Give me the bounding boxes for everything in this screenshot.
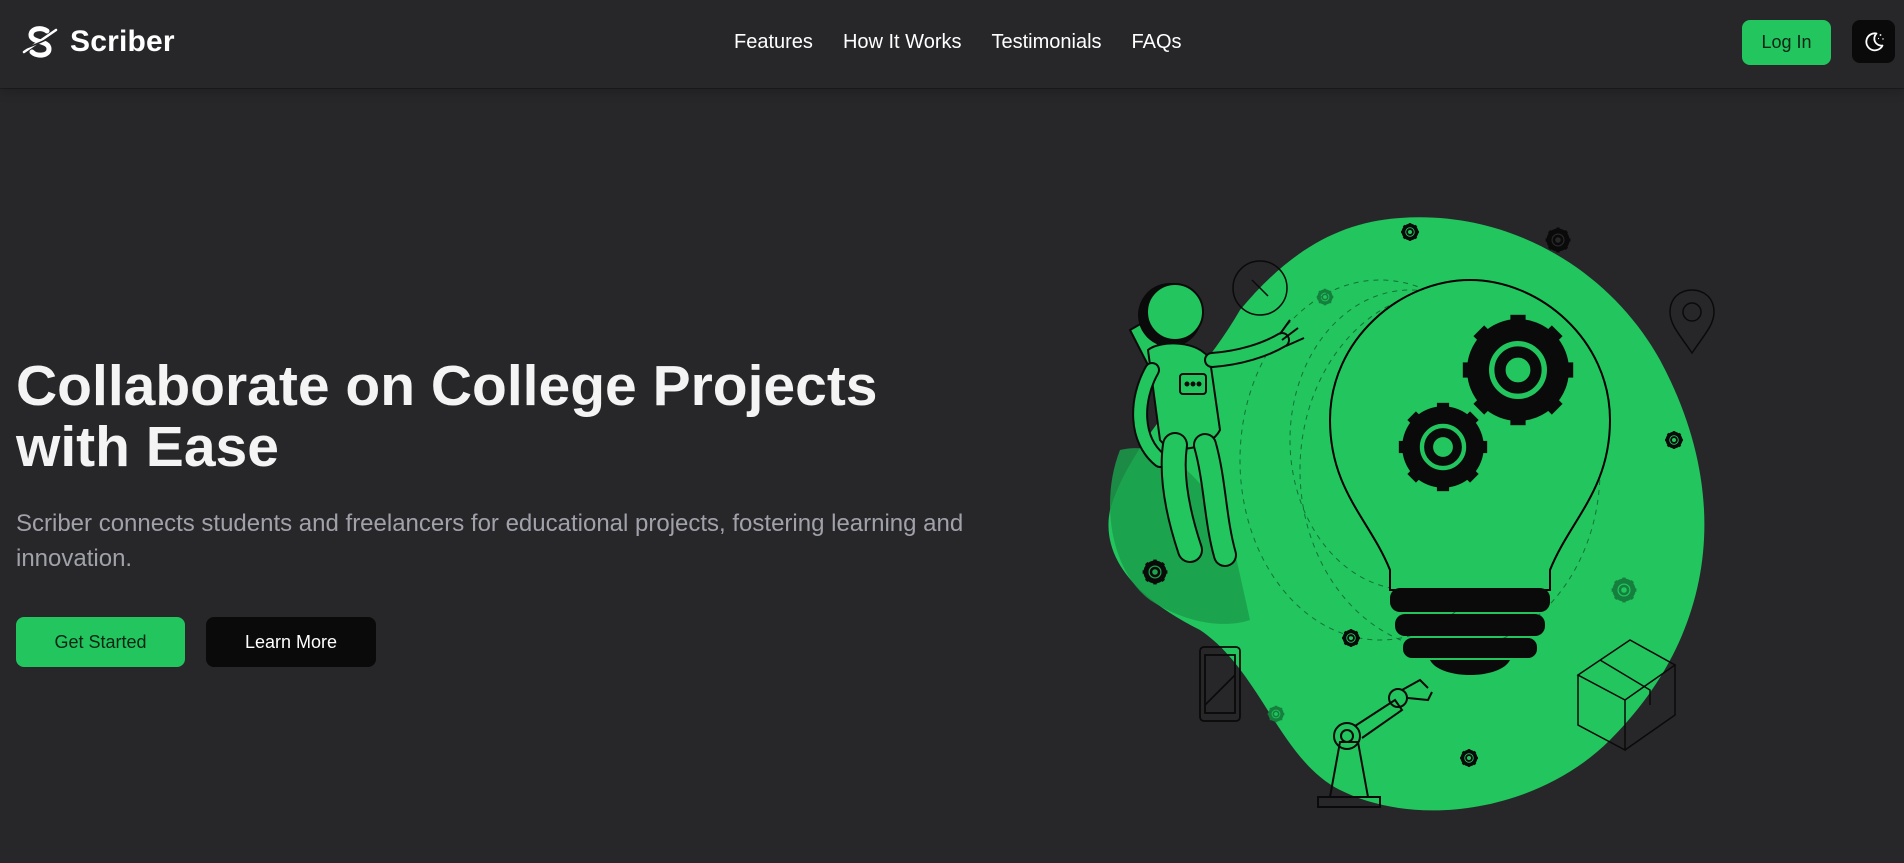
nav-link-testimonials[interactable]: Testimonials (991, 31, 1101, 53)
scriber-logo-icon (22, 26, 58, 58)
nav-link-features[interactable]: Features (734, 31, 813, 53)
theme-toggle-button[interactable] (1852, 20, 1895, 63)
login-button[interactable]: Log In (1742, 20, 1831, 65)
learn-more-button[interactable]: Learn More (206, 617, 376, 667)
hero-title: Collaborate on College Projects with Eas… (16, 354, 878, 479)
brand-name: Scriber (70, 25, 175, 58)
moon-icon (1864, 31, 1884, 51)
brand-link[interactable]: Scriber (20, 22, 175, 62)
hero-illustration (1108, 217, 1715, 811)
hero-cta-row: Get Started Learn More (16, 617, 376, 667)
hero-description: Scriber connects students and freelancer… (16, 510, 964, 572)
nav-links: Features How It Works Testimonials FAQs (734, 30, 1182, 54)
hero-section: Collaborate on College Projects with Eas… (16, 356, 996, 576)
nav-link-how-it-works[interactable]: How It Works (843, 31, 962, 53)
navbar: Scriber Features How It Works Testimonia… (0, 0, 1904, 88)
get-started-button[interactable]: Get Started (16, 617, 185, 667)
location-pin-icon (1669, 289, 1715, 355)
nav-link-faqs[interactable]: FAQs (1132, 31, 1182, 53)
